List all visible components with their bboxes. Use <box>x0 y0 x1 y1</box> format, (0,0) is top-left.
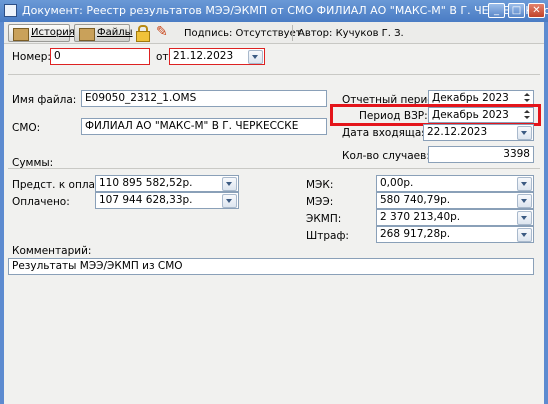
window-title: Документ: Реестр результатов МЭЭ/ЭКМП от… <box>0 0 548 22</box>
ekmp-amount-value: 2 370 213,40р. <box>380 211 461 223</box>
date-from-label: от <box>156 51 169 63</box>
spin-arrows-icon[interactable] <box>521 92 532 104</box>
sign-edit-icon[interactable]: ✎ <box>156 24 172 40</box>
incoming-date-value: 22.12.2023 <box>427 126 488 138</box>
history-label: История <box>31 27 75 38</box>
mee-amount-field[interactable]: 580 740,79р. <box>376 192 534 209</box>
comment-field[interactable]: Результаты МЭЭ/ЭКМП из СМО <box>8 258 534 275</box>
smo-label: СМО: <box>12 122 41 134</box>
minimize-button[interactable]: _ <box>488 3 505 18</box>
fine-amount-value: 268 917,28р. <box>380 228 451 240</box>
mek-label: МЭК: <box>306 179 334 191</box>
document-icon <box>4 4 17 17</box>
chevron-down-icon[interactable] <box>517 211 532 225</box>
presented-amount-value: 110 895 582,52р. <box>99 177 193 189</box>
close-button[interactable]: ✕ <box>528 3 545 18</box>
files-button[interactable]: Файлы <box>74 24 133 42</box>
chevron-down-icon[interactable] <box>517 194 532 208</box>
ekmp-amount-field[interactable]: 2 370 213,40р. <box>376 209 534 226</box>
filename-field[interactable]: E09050_2312_1.OMS <box>81 90 327 107</box>
spin-arrows-icon[interactable] <box>521 109 532 121</box>
divider <box>8 74 540 75</box>
presented-amount-field[interactable]: 110 895 582,52р. <box>95 175 239 192</box>
document-date-field[interactable]: 21.12.2023 <box>169 48 265 65</box>
incoming-date-field[interactable]: 22.12.2023 <box>423 124 534 141</box>
toolbar-divider <box>292 25 293 41</box>
vzr-period-label: Период ВЗР: <box>359 110 428 122</box>
files-label: Файлы <box>97 27 133 38</box>
report-period-value: Декабрь 2023 <box>432 92 509 104</box>
maximize-button[interactable]: □ <box>508 3 525 18</box>
mee-amount-value: 580 740,79р. <box>380 194 451 206</box>
paid-label: Оплачено: <box>12 196 70 208</box>
smo-field[interactable]: ФИЛИАЛ АО "МАКС-М" В Г. ЧЕРКЕССКЕ <box>81 118 327 135</box>
author-label: Автор: Кучуков Г. З. <box>298 28 404 39</box>
incoming-date-label: Дата входящая: <box>342 127 432 139</box>
cases-count-label: Кол-во случаев: <box>342 150 430 162</box>
fine-amount-field[interactable]: 268 917,28р. <box>376 226 534 243</box>
divider <box>8 168 540 169</box>
comment-label: Комментарий: <box>12 245 92 257</box>
paid-amount-value: 107 944 628,33р. <box>99 194 193 206</box>
vzr-period-value: Декабрь 2023 <box>432 109 509 121</box>
lock-icon[interactable] <box>136 25 150 42</box>
filename-label: Имя файла: <box>12 94 77 106</box>
chevron-down-icon[interactable] <box>517 126 532 140</box>
history-button[interactable]: История <box>8 24 75 42</box>
ekmp-label: ЭКМП: <box>306 213 342 225</box>
mek-amount-field[interactable]: 0,00р. <box>376 175 534 192</box>
chevron-down-icon[interactable] <box>248 50 263 64</box>
chevron-down-icon[interactable] <box>517 228 532 242</box>
chevron-down-icon[interactable] <box>222 177 237 191</box>
cases-count-field[interactable]: 3398 <box>428 146 534 163</box>
number-label: Номер: <box>12 51 51 63</box>
mek-amount-value: 0,00р. <box>380 177 414 189</box>
signature-status: Подпись: Отсутствует <box>184 28 302 39</box>
vzr-period-field[interactable]: Декабрь 2023 <box>428 107 534 123</box>
history-icon <box>13 28 29 41</box>
number-field[interactable]: 0 <box>50 48 150 65</box>
mee-label: МЭЭ: <box>306 196 334 208</box>
files-icon <box>79 28 95 41</box>
paid-amount-field[interactable]: 107 944 628,33р. <box>95 192 239 209</box>
document-date-value: 21.12.2023 <box>173 50 234 62</box>
chevron-down-icon[interactable] <box>222 194 237 208</box>
chevron-down-icon[interactable] <box>517 177 532 191</box>
fine-label: Штраф: <box>306 230 349 242</box>
